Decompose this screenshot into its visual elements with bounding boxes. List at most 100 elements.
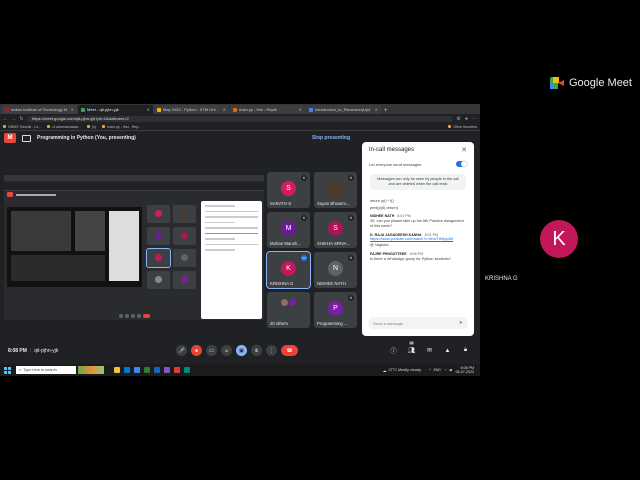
host-controls-button[interactable]: 🔒︎ [461,346,470,355]
people-icon: 👥︎ [407,348,416,354]
close-icon[interactable]: ✕ [461,146,467,154]
app-icon[interactable] [164,367,170,373]
present-button[interactable]: ▣ [236,345,247,356]
participant-name: SARATH S [270,201,292,206]
app-icon[interactable] [174,367,180,373]
camera-off-button[interactable]: ■ [191,345,202,356]
activities-button[interactable]: ▲ [443,346,452,355]
avatar-photo [328,181,343,196]
taskbar-clock[interactable]: 8:08 PM 06-07-2023 [456,366,474,374]
forward-icon[interactable]: → [11,116,16,122]
browser-tab[interactable]: May 2023 - Python - IITM Onl ✕ [154,105,229,114]
bookmarks-bar: DBMS Tutorial - Le... cf.adomainaaaa... … [0,123,480,131]
activities-icon: ▲ [444,347,451,354]
browser-tab-active[interactable]: Meet - qit-pjhn-yjk ✕ [78,105,153,114]
raise-hand-button[interactable]: ✋︎ [251,345,262,356]
participant-tile-shikha[interactable]: ✕ S SHIKHA SRIVA... [314,212,357,248]
wifi-icon[interactable]: ◔ [444,368,446,372]
bookmark[interactable]: main.py - fhsl - Rep... [102,125,141,129]
windows-start-icon[interactable] [4,366,11,374]
bookmark-icon [47,125,51,128]
participant-tile-krishna-self[interactable]: ••• K KRISHNA G [266,251,311,289]
message-text: print(p(5)-return) [370,206,398,210]
people-button[interactable]: 👥︎ 26 [407,341,416,355]
leave-call-button[interactable]: ☎︎ [281,345,298,356]
menu-icon[interactable]: ⋯ [472,116,477,122]
browser-tab[interactable]: Introduction_to_Recursion(Upd ✕ [306,105,381,114]
close-icon[interactable]: ✕ [71,107,74,112]
google-meet-brand: Google Meet [550,77,632,89]
hang-up-icon: ☎︎ [286,347,293,354]
bookmark-icon [86,125,90,128]
stop-presenting-button[interactable]: Stop presenting [312,135,350,141]
google-meet-logo-icon [550,77,564,89]
taskbar-search-input[interactable]: ⌕ Type here to search [16,366,76,374]
file-explorer-icon[interactable] [114,367,120,373]
hand-icon: ✋︎ [255,347,258,354]
participant-tile-krishna[interactable]: K KRISHNA G [480,110,640,370]
app-icon[interactable] [184,367,190,373]
favicon-icon [81,107,85,112]
screen-root: Google Meet K KRISHNA G Indian Institute… [0,0,640,480]
present-icon: ▣ [239,347,244,354]
close-icon[interactable]: ✕ [147,107,150,112]
close-icon[interactable]: ✕ [223,107,226,112]
mic-off-icon: ✕ [301,175,307,181]
other-favorites[interactable]: Other favorites [448,125,477,129]
participant-tile-sayan[interactable]: ✕ Sayan Bhowmi... [314,172,357,208]
browser-tab[interactable]: Indian Institute of Technology M ✕ [2,105,77,114]
meet-logo-icon [7,192,13,197]
participant-tile-sarath[interactable]: ✕ S SARATH S [267,172,310,208]
new-tab-icon[interactable]: + [384,108,388,114]
emoji-icon: ☺ [223,347,230,354]
toggle-label: Let everyone send messages [369,161,422,167]
mic-off-icon: ✕ [301,215,307,221]
extensions-icon[interactable]: ⚙ [456,116,461,122]
browser-tab[interactable]: main.py - fhsl - Replit ✕ [230,105,305,114]
chrome-icon[interactable] [134,367,140,373]
participant-tile-others[interactable]: 20 others [267,292,310,328]
bookmark[interactable]: DBMS Tutorial - Le... [3,125,41,129]
chat-message: FAJRE PENGATTEEE 8:06 PM Is there a Whats… [370,252,466,262]
bookmark[interactable]: cf.adomainaaaa... [47,125,81,129]
message-link[interactable]: https://www.youtube.com/watch?v=6mcTiMip… [370,237,466,242]
participant-tile-programming[interactable]: ✕ P Programming ... [314,292,357,328]
message-text: Is there a WhatsApp group for Python stu… [370,257,452,261]
chat-message: D. RAJA JAGADEESH KANNA 8:01 PM https://w… [370,233,466,248]
weather-widget[interactable]: ☁ 27°C Mostly cloudy [383,368,421,373]
participant-tile-mohan[interactable]: ✕ M Mohan Mansh... [267,212,310,248]
preview-meet-top [4,191,264,198]
close-icon[interactable]: ✕ [299,107,302,112]
excel-icon[interactable] [144,367,150,373]
profile-icon[interactable]: ● [464,116,469,122]
chat-button[interactable]: ✉ [425,346,434,355]
message-input[interactable]: Send a message ➤ [368,317,468,329]
volume-icon[interactable]: ◀ [449,368,452,372]
close-icon[interactable]: ✕ [375,107,378,112]
edge-icon[interactable] [124,367,130,373]
favicon-icon [309,107,313,112]
sender-name: FAJRE PENGATTEEE [370,252,407,256]
meeting-details-button[interactable]: ⓘ [389,346,398,355]
presentation-preview [4,175,264,320]
word-icon[interactable] [154,367,160,373]
brand-name: Google Meet [569,77,632,89]
more-vert-icon: ⋮ [269,347,274,354]
captions-button[interactable]: ▭ [206,345,217,356]
language-indicator[interactable]: ENG [434,368,441,372]
back-icon[interactable]: ← [3,116,8,122]
address-bar: ← → ↻ https://meet.google.com/qit-pjhn-y… [0,114,480,123]
send-icon[interactable]: ➤ [459,320,463,326]
emoji-button[interactable]: ☺ [221,345,232,356]
url-input[interactable]: https://meet.google.com/qit-pjhn-yjk?pli… [27,115,453,122]
participant-tile-nidhee[interactable]: ✕ N NIDHEE NATH [314,252,357,288]
send-messages-toggle[interactable] [456,161,467,167]
speaking-icon: ••• [301,255,307,261]
chat-icon: ✉ [426,348,433,354]
chevron-up-icon[interactable]: ^ [429,368,431,372]
microphone-button[interactable]: 🎤︎ [176,345,187,356]
more-options-button[interactable]: ⋮ [266,345,277,356]
reload-icon[interactable]: ↻ [19,116,24,122]
bookmark[interactable]: (s) [86,125,96,129]
send-messages-setting: Let everyone send messages [362,158,474,170]
